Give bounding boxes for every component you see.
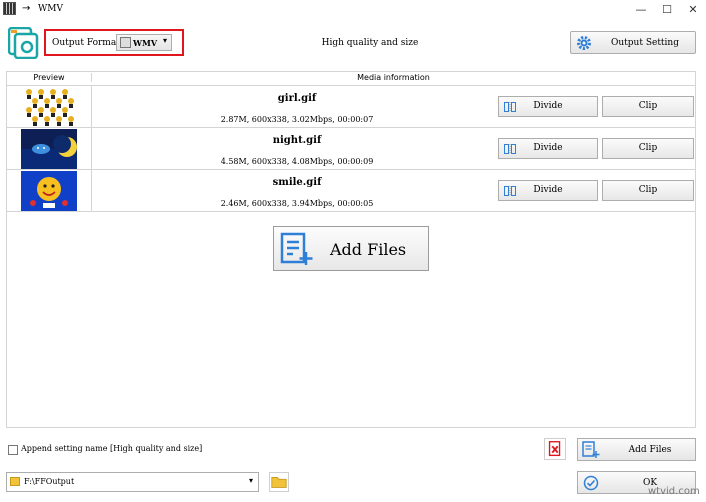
close-button[interactable]: ✕	[684, 2, 702, 18]
file-name: smile.gif	[272, 177, 322, 188]
quality-summary: High quality and size	[321, 38, 419, 48]
output-format-value: WMV	[133, 38, 158, 48]
output-setting-label: Output Setting	[611, 38, 679, 48]
delete-file-icon	[548, 441, 561, 457]
divide-label: Divide	[533, 143, 563, 153]
preview-thumbnail-girl	[21, 87, 77, 127]
file-name: girl.gif	[277, 93, 317, 104]
append-setting-checkbox[interactable]	[8, 445, 18, 455]
file-name: night.gif	[272, 135, 322, 146]
file-info: 4.58M, 600x338, 4.08Mbps, 00:00:09	[220, 157, 374, 166]
browse-folder-button[interactable]	[269, 472, 289, 492]
row-divider	[91, 86, 92, 128]
delete-button[interactable]	[544, 438, 566, 460]
column-header-preview: Preview	[33, 73, 65, 82]
divide-button[interactable]: Divide	[498, 180, 598, 201]
clip-label: Clip	[638, 185, 658, 195]
clip-button[interactable]: Clip	[602, 138, 694, 159]
watermark-text: wtvid.com	[648, 486, 700, 497]
minimize-button[interactable]: —	[632, 2, 650, 18]
column-header-media-information: Media information	[91, 73, 695, 82]
add-files-main-button[interactable]: Add Files	[273, 226, 429, 271]
add-files-label: Add Files	[628, 445, 672, 455]
maximize-button[interactable]: ☐	[658, 2, 676, 18]
file-info: 2.87M, 600x338, 3.02Mbps, 00:00:07	[220, 115, 374, 124]
output-format-dropdown[interactable]: WMV ▾	[116, 34, 172, 51]
add-files-button[interactable]: Add Files	[577, 438, 696, 461]
clip-button[interactable]: Clip	[602, 96, 694, 117]
divide-label: Divide	[533, 185, 563, 195]
output-format-group: Output Format WMV ▾	[44, 29, 184, 56]
output-format-label: Output Format	[52, 38, 120, 48]
add-files-main-label: Add Files	[330, 240, 407, 259]
app-icon	[3, 2, 16, 15]
checkmark-circle-icon	[583, 475, 599, 491]
folder-icon	[10, 477, 20, 486]
add-file-icon	[280, 232, 313, 265]
title-bar: → WMV — ☐ ✕	[0, 0, 706, 20]
add-file-icon	[582, 441, 600, 458]
output-path-dropdown[interactable]: F:\FFOutput ▾	[6, 472, 259, 492]
window-title: WMV	[38, 4, 63, 14]
table-header: Preview Media information	[7, 72, 695, 86]
append-setting-label: Append setting name [High quality and si…	[21, 444, 203, 453]
divide-button[interactable]: Divide	[498, 138, 598, 159]
gear-icon	[577, 36, 591, 50]
output-path-value: F:\FFOutput	[24, 477, 75, 486]
row-divider	[91, 170, 92, 212]
output-setting-button[interactable]: Output Setting	[570, 31, 696, 54]
table-row[interactable]: night.gif 4.58M, 600x338, 4.08Mbps, 00:0…	[7, 128, 695, 170]
table-row[interactable]: smile.gif 2.46M, 600x338, 3.94Mbps, 00:0…	[7, 170, 695, 212]
clip-label: Clip	[638, 143, 658, 153]
divide-button[interactable]: Divide	[498, 96, 598, 117]
clip-button[interactable]: Clip	[602, 180, 694, 201]
title-arrow: →	[22, 3, 31, 14]
folder-icon	[271, 477, 287, 488]
file-info: 2.46M, 600x338, 3.94Mbps, 00:00:05	[220, 199, 374, 208]
preview-thumbnail-night	[21, 129, 77, 169]
divide-label: Divide	[533, 101, 563, 111]
preview-thumbnail-smile	[21, 171, 77, 211]
chevron-down-icon: ▾	[248, 476, 253, 485]
wmv-format-icon	[120, 37, 131, 48]
table-row[interactable]: girl.gif 2.87M, 600x338, 3.02Mbps, 00:00…	[7, 86, 695, 128]
chevron-down-icon: ▾	[162, 36, 167, 45]
converter-logo-icon	[8, 27, 39, 59]
row-divider	[91, 128, 92, 170]
clip-label: Clip	[638, 101, 658, 111]
